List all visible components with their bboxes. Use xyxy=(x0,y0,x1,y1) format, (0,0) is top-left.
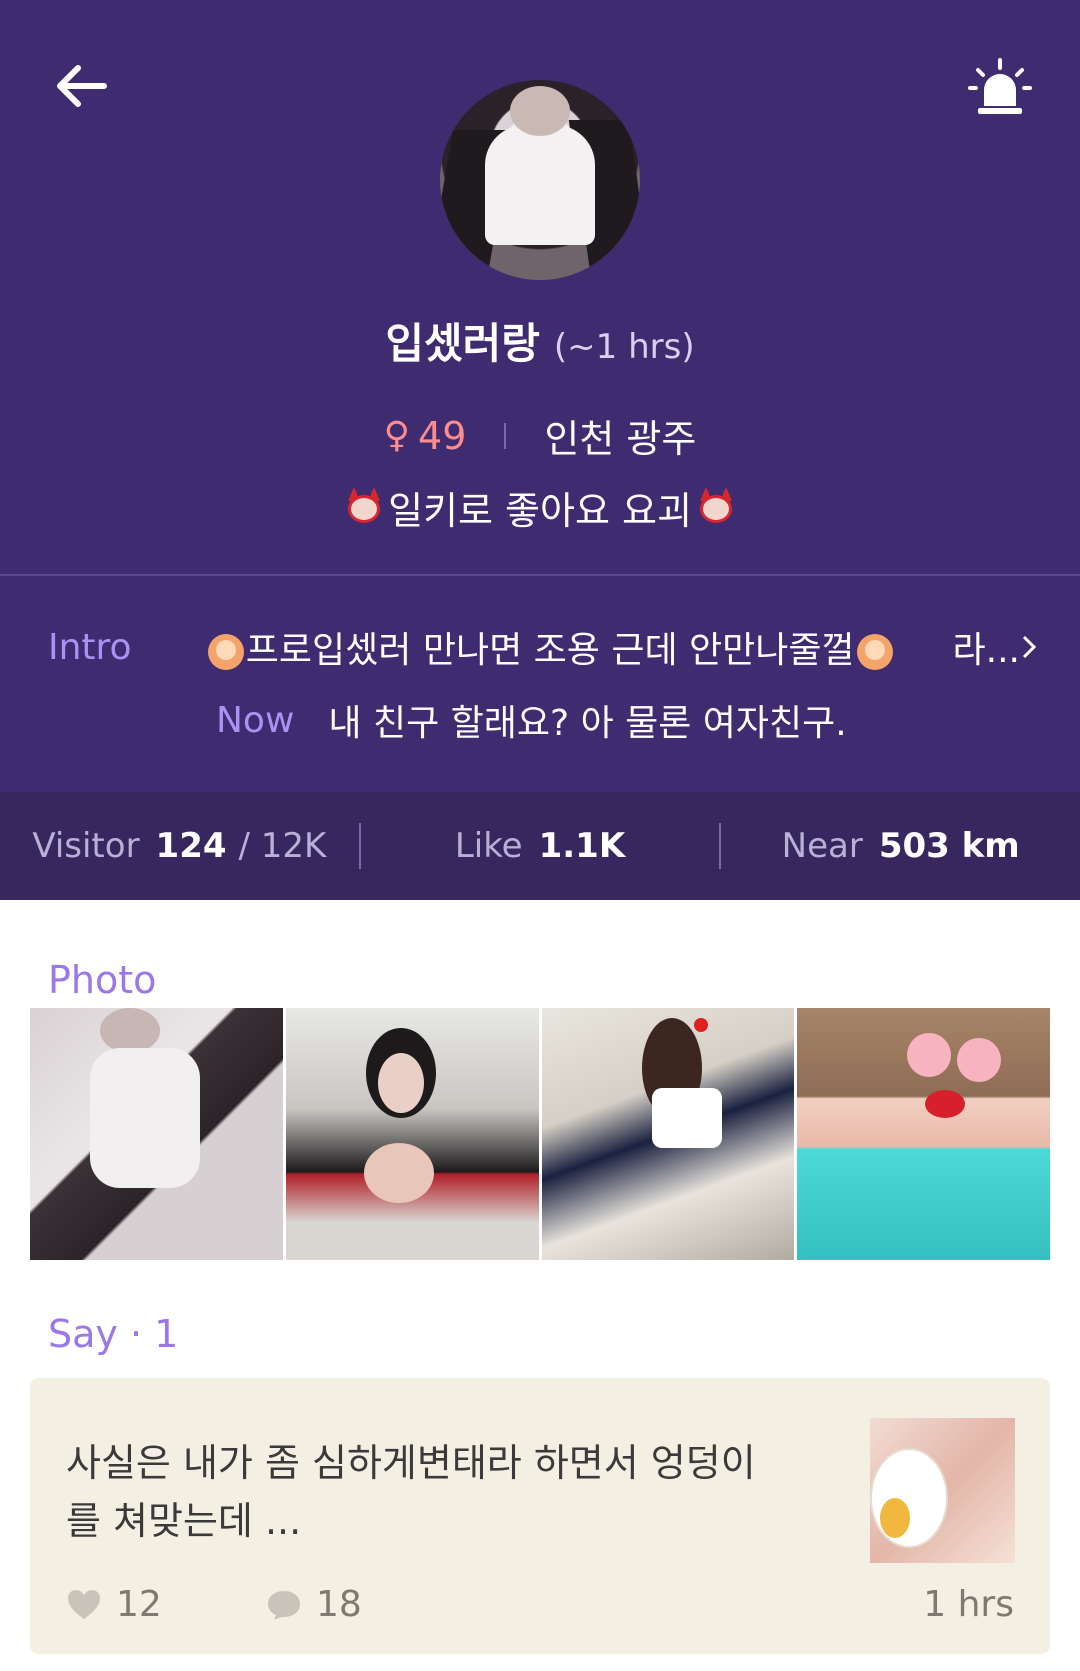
raising-hand-icon xyxy=(207,634,244,670)
profile-name: 입셌러랑 xyxy=(385,319,540,368)
photo-thumbnail[interactable] xyxy=(285,1008,539,1260)
stats-bar: Visitor 124 / 12K Like 1.1K Near 503 km xyxy=(0,792,1080,900)
say-post-card[interactable]: 사실은 내가 좀 심하게변태라 하면서 엉덩이를 쳐맞는데 ... 12 18 … xyxy=(30,1378,1050,1654)
intro-label: Intro xyxy=(48,626,132,668)
devil-icon xyxy=(696,486,736,529)
post-thumbnail xyxy=(870,1418,1015,1563)
near-stat: Near 503 km xyxy=(721,826,1080,866)
visitor-total: / 12K xyxy=(238,826,327,866)
meta-row: ♀ 49 인천 광주 xyxy=(0,408,1080,463)
near-value: 503 km xyxy=(878,826,1020,866)
last-seen: (~1 hrs) xyxy=(553,327,695,367)
raising-hand-icon xyxy=(856,634,893,670)
like-label: Like xyxy=(454,826,523,866)
profile-header: 입셌러랑 (~1 hrs) ♀ 49 인천 광주 일키로 좋아요 요괴 xyxy=(0,0,1080,575)
post-comment[interactable]: 18 xyxy=(266,1584,362,1625)
intro-text: 프로입셌러 만나면 조용 근데 안만나줄껄 xyxy=(206,621,913,673)
post-text: 사실은 내가 좀 심하게변태라 하면서 엉덩이를 쳐맞는데 ... xyxy=(66,1441,756,1543)
devil-icon xyxy=(344,486,384,529)
location: 인천 광주 xyxy=(544,417,697,461)
intro-more[interactable]: 라... xyxy=(953,621,1038,673)
photo-thumbnail[interactable] xyxy=(541,1008,795,1260)
female-icon: ♀ xyxy=(383,415,411,456)
like-stat[interactable]: Like 1.1K xyxy=(361,826,720,866)
arrow-left-icon xyxy=(57,65,107,107)
now-text: 내 친구 할래요? 아 물론 여자친구. xyxy=(328,703,847,744)
report-button[interactable] xyxy=(960,52,1040,124)
heart-icon xyxy=(68,1589,100,1619)
meta-divider xyxy=(504,422,507,449)
like-value: 1.1K xyxy=(538,826,626,866)
photo-thumbnail[interactable] xyxy=(30,1008,283,1260)
visitor-value: 124 xyxy=(155,826,227,866)
name-row: 입셌러랑 (~1 hrs) xyxy=(0,310,1080,371)
status-text: 일키로 좋아요 요괴 xyxy=(388,489,692,533)
now-label: Now xyxy=(216,699,295,741)
now-row: Now 내 친구 할래요? 아 물론 여자친구. xyxy=(216,694,847,746)
status-row: 일키로 좋아요 요괴 xyxy=(0,480,1080,535)
chevron-right-icon xyxy=(1022,635,1037,659)
visitor-stat[interactable]: Visitor 124 / 12K xyxy=(0,826,359,866)
photo-grid xyxy=(30,1008,1050,1260)
say-section-title: Say · 1 xyxy=(48,1312,179,1356)
post-time: 1 hrs xyxy=(923,1584,1014,1625)
visitor-label: Visitor xyxy=(32,826,140,866)
back-button[interactable] xyxy=(44,50,116,122)
siren-icon xyxy=(968,58,1032,114)
speech-bubble-icon xyxy=(268,1590,300,1620)
profile-avatar[interactable] xyxy=(440,80,640,280)
post-stats: 12 18 xyxy=(66,1584,362,1625)
near-label: Near xyxy=(781,826,863,866)
intro-block: Intro 프로입셌러 만나면 조용 근데 안만나줄껄 라... Now 내 친… xyxy=(0,576,1080,792)
photo-section-title: Photo xyxy=(48,958,157,1002)
post-like[interactable]: 12 xyxy=(66,1584,266,1625)
intro-row[interactable]: Intro 프로입셌러 만나면 조용 근데 안만나줄껄 라... xyxy=(48,621,1038,673)
age: 49 xyxy=(418,413,467,458)
photo-thumbnail[interactable] xyxy=(797,1008,1050,1260)
